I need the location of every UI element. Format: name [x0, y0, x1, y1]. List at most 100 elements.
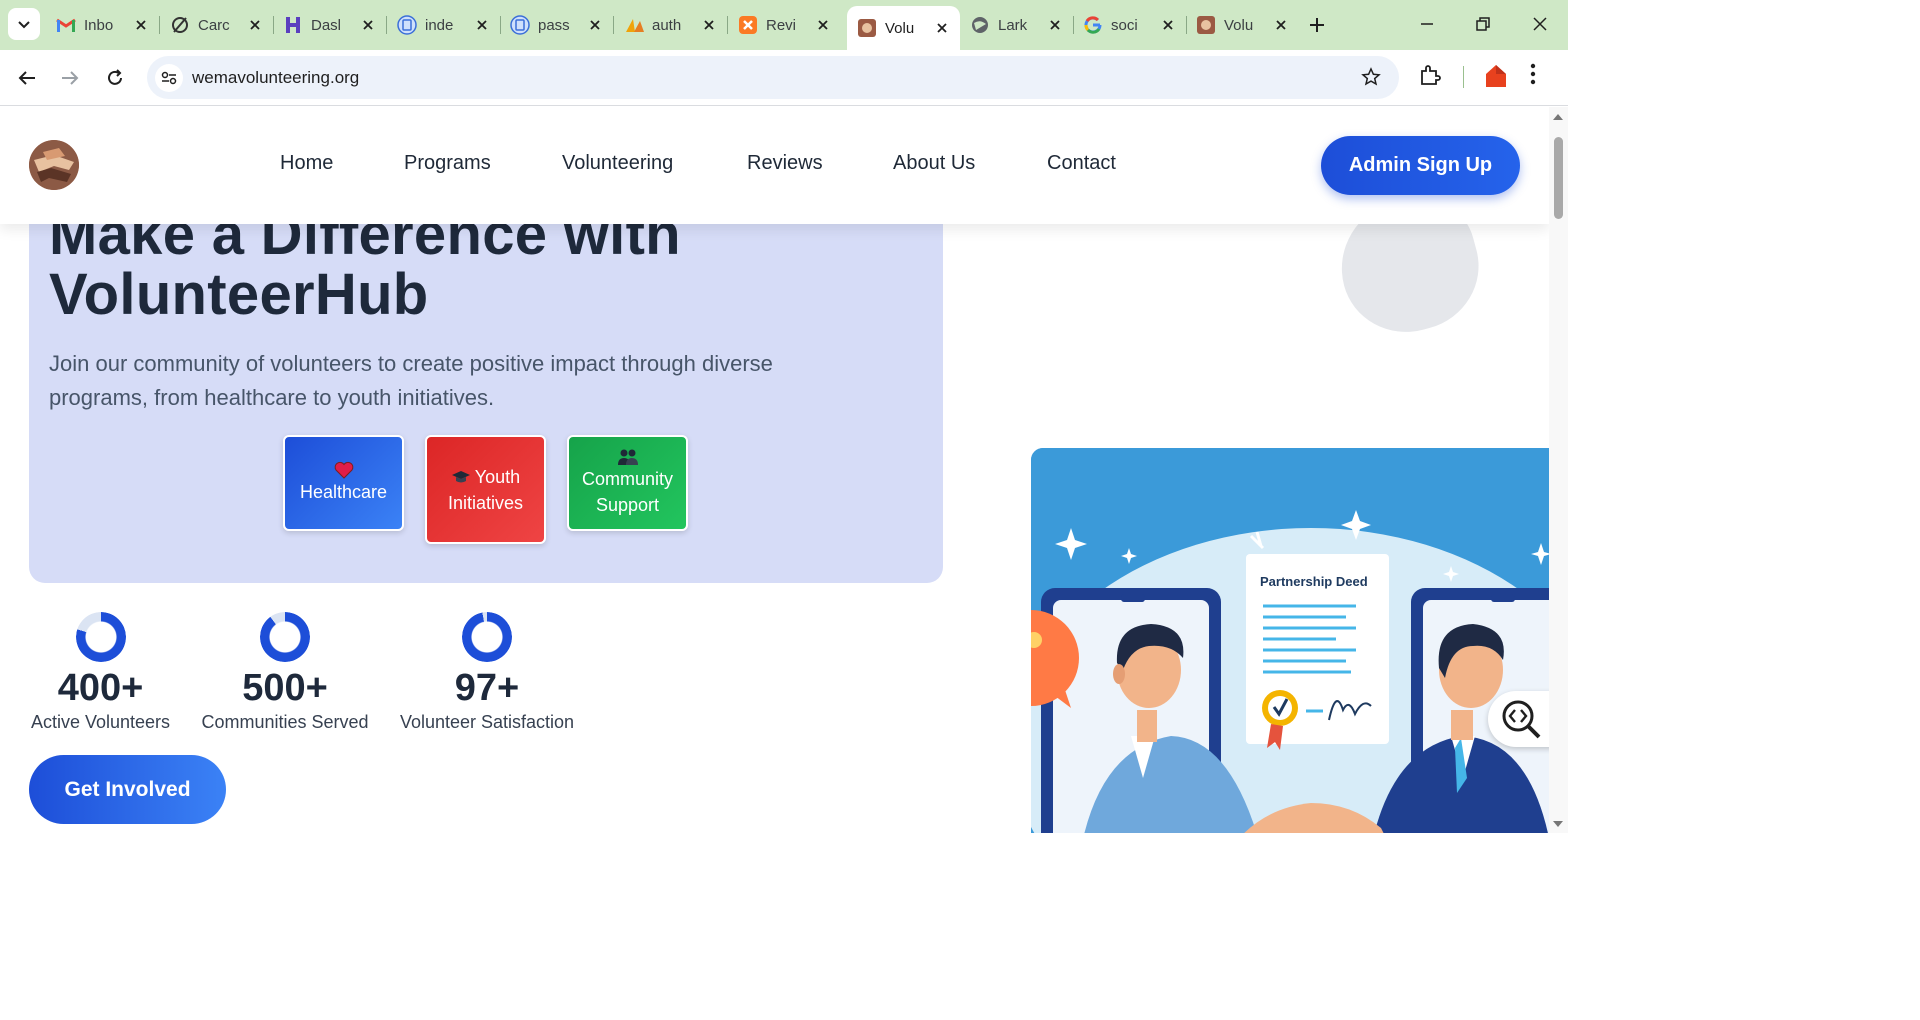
- stat-volunteer-satisfaction: 97+ Volunteer Satisfaction: [398, 612, 576, 733]
- restore-icon: [1476, 17, 1490, 31]
- tab-lark[interactable]: Lark: [960, 6, 1074, 44]
- nav-reviews[interactable]: Reviews: [747, 152, 823, 175]
- youth-initiatives-button[interactable]: Youth Initiatives: [425, 435, 546, 544]
- nav-home[interactable]: Home: [280, 152, 333, 175]
- site-info-icon[interactable]: [155, 63, 183, 92]
- nav-about-us[interactable]: About Us: [893, 152, 975, 175]
- tab-label: Lark: [998, 16, 1028, 34]
- tab-pass[interactable]: pass: [500, 6, 614, 44]
- stat-value: 500+: [242, 667, 328, 709]
- healthcare-label: Healthcare: [299, 482, 388, 502]
- nav-programs[interactable]: Programs: [404, 152, 491, 175]
- url-text: wemavolunteering.org: [192, 67, 360, 87]
- close-window-button[interactable]: [1520, 8, 1560, 40]
- tab-label: Inbo: [84, 16, 114, 34]
- volunteer-favicon: [857, 18, 877, 38]
- nav-volunteering[interactable]: Volunteering: [562, 152, 673, 175]
- close-icon[interactable]: [587, 17, 603, 33]
- tab-google[interactable]: soci: [1073, 6, 1187, 44]
- close-icon[interactable]: [1160, 17, 1176, 33]
- community-support-button[interactable]: Community Support: [567, 435, 688, 531]
- google-icon: [1083, 15, 1103, 35]
- zoom-code-icon: [1502, 700, 1541, 739]
- stat-label: Volunteer Satisfaction: [399, 712, 575, 732]
- reload-button[interactable]: [97, 60, 133, 96]
- volunteer-favicon: [1196, 15, 1216, 35]
- stat-label: Communities Served: [201, 712, 369, 732]
- kebab-menu-icon[interactable]: [1530, 63, 1536, 90]
- profile-extension-icon[interactable]: [1484, 63, 1508, 94]
- people-icon: [617, 449, 638, 465]
- admin-sign-up-button[interactable]: Admin Sign Up: [1321, 136, 1520, 195]
- tab-dashboard[interactable]: Dasl: [273, 6, 387, 44]
- close-icon[interactable]: [360, 17, 376, 33]
- tab-search-button[interactable]: [8, 8, 40, 40]
- close-icon[interactable]: [934, 20, 950, 36]
- close-icon[interactable]: [1047, 17, 1063, 33]
- site-header: Home Programs Volunteering Reviews About…: [0, 107, 1549, 224]
- scroll-up-arrow[interactable]: [1553, 114, 1563, 120]
- close-icon[interactable]: [701, 17, 717, 33]
- tab-bar: Inbo Carc Dasl inde pass auth Revi Volu …: [0, 0, 1568, 50]
- forward-button[interactable]: [52, 60, 88, 96]
- document-icon: [510, 15, 530, 35]
- close-icon[interactable]: [815, 17, 831, 33]
- scroll-down-arrow[interactable]: [1553, 821, 1563, 827]
- hero-subtitle: Join our community of volunteers to crea…: [49, 351, 773, 410]
- tab-volunteer-2[interactable]: Volu: [1186, 6, 1299, 44]
- arrow-right-icon: [62, 71, 79, 85]
- tab-label: Volu: [885, 19, 915, 37]
- site-logo[interactable]: [29, 140, 79, 190]
- chevron-down-icon: [18, 21, 30, 29]
- tab-auth[interactable]: auth: [614, 6, 728, 44]
- nav-contact[interactable]: Contact: [1047, 152, 1116, 175]
- deed-title: Partnership Deed: [1260, 574, 1368, 589]
- page-viewport: Make a Difference with VolunteerHub Join…: [0, 107, 1549, 833]
- carbon-icon: [170, 15, 190, 35]
- globe-icon: [970, 15, 990, 35]
- document-icon: [397, 15, 417, 35]
- browser-toolbar: wemavolunteering.org: [0, 50, 1568, 106]
- zoom-inspect-button[interactable]: [1488, 691, 1549, 747]
- bookmark-star-icon[interactable]: [1361, 67, 1381, 92]
- close-icon[interactable]: [133, 17, 149, 33]
- tab-label: inde: [425, 16, 454, 34]
- stat-label: Active Volunteers: [30, 712, 171, 732]
- tab-label: soci: [1111, 16, 1138, 34]
- new-tab-button[interactable]: [1302, 10, 1332, 40]
- healthcare-button[interactable]: Healthcare: [283, 435, 404, 531]
- stat-value: 400+: [57, 667, 144, 709]
- minimize-button[interactable]: [1407, 8, 1447, 40]
- tab-label: Volu: [1224, 16, 1254, 34]
- tab-label: auth: [652, 16, 682, 34]
- graduation-cap-icon: [451, 470, 470, 482]
- minimize-icon: [1421, 23, 1433, 25]
- close-icon[interactable]: [1273, 17, 1289, 33]
- get-involved-button[interactable]: Get Involved: [29, 755, 226, 824]
- back-button[interactable]: [9, 60, 45, 96]
- scroll-thumb[interactable]: [1554, 137, 1563, 219]
- extensions-icon[interactable]: [1418, 63, 1442, 92]
- tab-reviews[interactable]: Revi: [728, 6, 841, 44]
- progress-ring: [260, 612, 310, 662]
- community-support-label: Community Support: [581, 469, 674, 515]
- progress-ring: [75, 612, 126, 662]
- hero-title-line2: VolunteerHub: [49, 262, 429, 327]
- close-icon[interactable]: [247, 17, 263, 33]
- stat-active-volunteers: 400+ Active Volunteers: [29, 612, 172, 733]
- tab-index[interactable]: inde: [387, 6, 501, 44]
- tab-label: pass: [538, 16, 570, 34]
- close-icon[interactable]: [474, 17, 490, 33]
- tab-volunteer-active[interactable]: Volu: [847, 6, 960, 50]
- xampp-icon: [738, 15, 758, 35]
- heart-icon: [334, 461, 353, 479]
- stat-communities-served: 500+ Communities Served: [200, 612, 370, 733]
- tab-gmail[interactable]: Inbo: [46, 6, 160, 44]
- tab-carbon[interactable]: Carc: [160, 6, 274, 44]
- page-scrollbar[interactable]: [1549, 107, 1568, 833]
- progress-ring: [462, 612, 512, 662]
- tab-label: Carc: [198, 16, 230, 34]
- address-bar[interactable]: wemavolunteering.org: [147, 56, 1399, 99]
- tab-label: Dasl: [311, 16, 342, 34]
- restore-button[interactable]: [1463, 8, 1503, 40]
